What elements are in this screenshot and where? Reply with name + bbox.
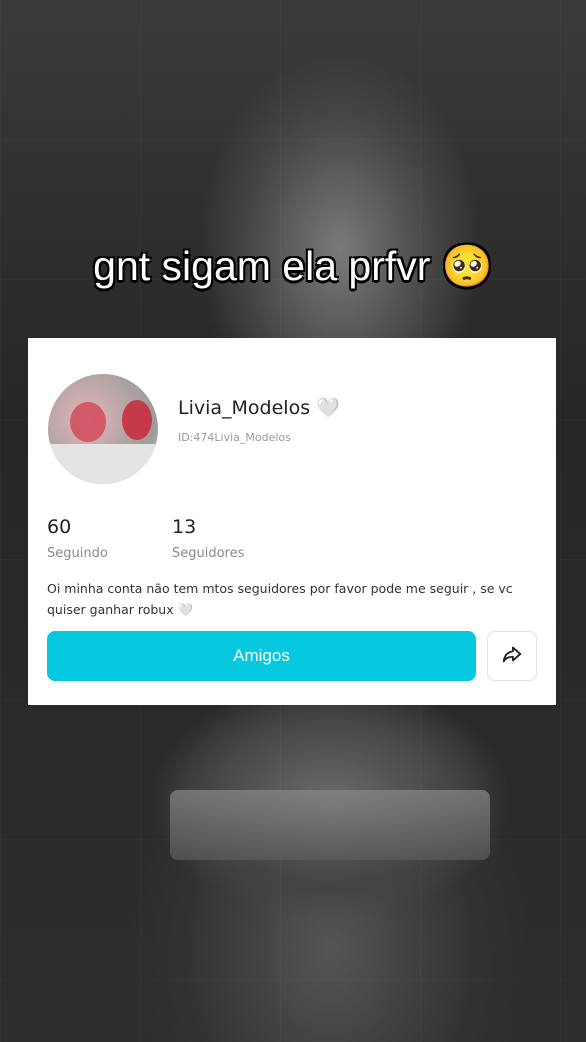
avatar-detail xyxy=(48,444,158,484)
profile-username: Livia_Modelos 🤍 xyxy=(178,397,340,419)
profile-bio: Oi minha conta não tem mtos seguidores p… xyxy=(47,581,513,617)
share-arrow-icon xyxy=(501,643,523,669)
followers-label[interactable]: Seguidores xyxy=(172,546,244,561)
followers-count[interactable]: 13 xyxy=(172,516,196,538)
avatar[interactable] xyxy=(48,374,158,484)
background-figure xyxy=(170,790,490,860)
following-count[interactable]: 60 xyxy=(47,516,71,538)
avatar-detail xyxy=(122,400,152,440)
avatar-detail xyxy=(70,402,106,442)
profile-card: Livia_Modelos 🤍 ID:474Livia_Modelos 60 S… xyxy=(28,338,556,705)
following-label[interactable]: Seguindo xyxy=(47,546,108,561)
profile-id: ID:474Livia_Modelos xyxy=(178,431,291,444)
friends-button[interactable]: Amigos xyxy=(47,631,476,681)
caption-text: gnt sigam ela prfvr 🥺 xyxy=(93,243,493,289)
share-button[interactable] xyxy=(487,631,537,681)
